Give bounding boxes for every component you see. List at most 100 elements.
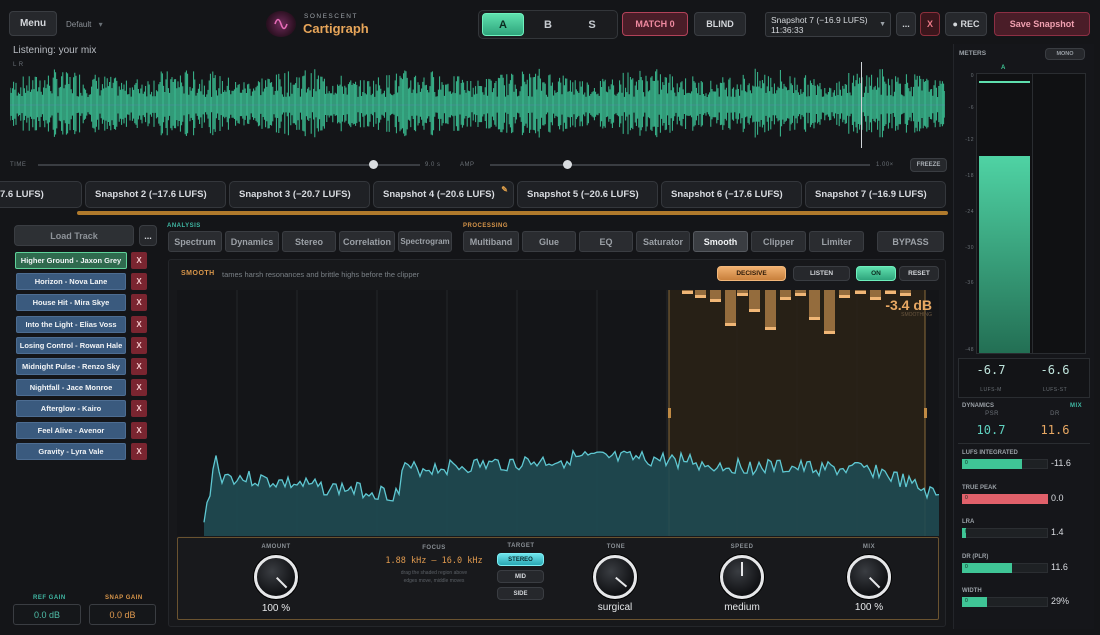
snapshot-tab-6[interactable]: Snapshot 6 (−17.6 LUFS)	[661, 181, 802, 208]
snapshot-scrollbar[interactable]	[77, 211, 948, 215]
listen-button[interactable]: LISTEN	[793, 266, 850, 281]
preset-selector[interactable]: Default ▾	[66, 20, 103, 29]
snap-gain-field[interactable]: 0.0 dB	[89, 604, 156, 625]
dynamics-label: DYNAMICS	[962, 403, 995, 409]
track-item[interactable]: Horizon - Nova Lane	[16, 273, 126, 291]
compare-b-button[interactable]: B	[530, 13, 566, 36]
reset-button[interactable]: RESET	[899, 266, 939, 281]
smooth-title: SMOOTH	[181, 270, 215, 277]
pencil-icon[interactable]: ✎	[501, 185, 508, 194]
menu-button[interactable]: Menu	[9, 11, 57, 36]
reduction-bar-cap	[780, 297, 791, 300]
target-label: TARGET	[507, 543, 535, 549]
remove-track-button[interactable]: X	[131, 273, 147, 291]
remove-track-button[interactable]: X	[131, 294, 147, 312]
focus-handle-right	[924, 408, 927, 418]
tab-saturator[interactable]: Saturator	[636, 231, 690, 252]
spectrum-display[interactable]	[177, 290, 939, 536]
amount-knob[interactable]	[254, 555, 298, 599]
waveform-display[interactable]	[10, 62, 945, 148]
meter-scale-tick: -24	[965, 209, 974, 215]
tab-stereo[interactable]: Stereo	[282, 231, 336, 252]
snapshot-select-value: Snapshot 7 (−16.9 LUFS) 11:36:33	[771, 15, 868, 35]
snapshot-tab-5[interactable]: Snapshot 5 (−20.6 LUFS)	[517, 181, 658, 208]
track-item[interactable]: Losing Control - Rowan Hale	[16, 336, 126, 354]
snapshot-tab-label: Snapshot 3 (−20.7 LUFS)	[239, 189, 351, 200]
remove-track-button[interactable]: X	[131, 442, 147, 460]
focus-handle-left	[668, 408, 671, 418]
track-item[interactable]: Gravity - Lyra Vale	[16, 442, 126, 460]
ref-gain-field[interactable]: 0.0 dB	[13, 604, 81, 625]
amp-slider[interactable]	[490, 164, 870, 166]
dynamics-mix-label: MIX	[1070, 403, 1083, 409]
tone-label: TONE	[606, 544, 626, 550]
remove-track-button[interactable]: X	[131, 421, 147, 439]
meter-row-fill	[962, 493, 1048, 504]
tab-spectrum[interactable]: Spectrum	[168, 231, 222, 252]
time-slider-handle[interactable]	[369, 160, 378, 169]
tab-glue[interactable]: Glue	[522, 231, 576, 252]
target-mid[interactable]: MID	[497, 570, 544, 583]
load-track-button[interactable]: Load Track	[14, 225, 134, 246]
decisive-button[interactable]: DECISIVE	[717, 266, 786, 281]
amp-slider-handle[interactable]	[563, 160, 572, 169]
match-button[interactable]: MATCH 0	[622, 12, 688, 36]
reduction-bar-cap	[795, 293, 806, 296]
remove-track-button[interactable]: X	[131, 400, 147, 418]
save-snapshot-button[interactable]: Save Snapshot	[994, 12, 1090, 36]
processing-label: PROCESSING	[463, 223, 509, 229]
meter-divider	[1032, 74, 1033, 353]
remove-track-button[interactable]: X	[131, 252, 147, 269]
compare-a-button[interactable]: A	[482, 13, 524, 36]
meter-row-min: 0	[965, 494, 968, 501]
snapshot-tab-7[interactable]: Snapshot 7 (−16.9 LUFS)	[805, 181, 946, 208]
snapshot-select[interactable]: Snapshot 7 (−16.9 LUFS) 11:36:33 ▼	[765, 12, 891, 37]
track-item[interactable]: Into the Light - Elias Voss	[16, 315, 126, 333]
tab-smooth[interactable]: Smooth	[693, 231, 748, 252]
remove-track-button[interactable]: X	[131, 358, 147, 375]
tab-multiband[interactable]: Multiband	[463, 231, 519, 252]
track-item[interactable]: Afterglow - Kairo	[16, 400, 126, 418]
library-more-button[interactable]: ...	[139, 225, 157, 246]
compare-s-button[interactable]: S	[574, 13, 610, 36]
dr-label: DR	[1050, 411, 1060, 417]
snapshot-tab-4[interactable]: Snapshot 4 (−20.6 LUFS) ✎	[373, 181, 514, 208]
blind-button[interactable]: BLIND	[694, 12, 746, 36]
remove-track-button[interactable]: X	[131, 336, 147, 354]
mix-knob[interactable]	[847, 555, 891, 599]
remove-track-button[interactable]: X	[131, 315, 147, 333]
meter-scale-tick: -36	[965, 280, 974, 286]
snapshot-tab-2[interactable]: Snapshot 2 (−17.6 LUFS)	[85, 181, 226, 208]
bypass-button[interactable]: BYPASS	[877, 231, 944, 252]
track-item[interactable]: Higher Ground - Jaxon Grey	[15, 252, 127, 269]
playhead[interactable]	[861, 62, 862, 148]
tab-correlation[interactable]: Correlation	[339, 231, 395, 252]
track-item[interactable]: House Hit - Mira Skye	[16, 294, 126, 312]
snapshot-tab-3[interactable]: Snapshot 3 (−20.7 LUFS)	[229, 181, 370, 208]
freeze-button[interactable]: FREEZE	[910, 158, 947, 172]
track-item[interactable]: Feel Alive - Avenor	[16, 421, 126, 439]
tab-limiter[interactable]: Limiter	[809, 231, 864, 252]
mono-button[interactable]: MONO	[1045, 48, 1085, 60]
record-button[interactable]: ● REC	[945, 12, 987, 36]
snapshot-tab-1[interactable]: 7.6 LUFS)	[0, 181, 82, 208]
track-item[interactable]: Midnight Pulse - Renzo Sky	[16, 358, 126, 375]
snapshot-tab-label: Snapshot 2 (−17.6 LUFS)	[95, 189, 207, 200]
on-toggle[interactable]: ON	[856, 266, 896, 281]
tab-clipper[interactable]: Clipper	[751, 231, 806, 252]
track-item[interactable]: Nightfall - Jace Monroe	[16, 379, 126, 397]
remove-track-button[interactable]: X	[131, 379, 147, 397]
reduction-bar	[749, 290, 760, 312]
snapshot-delete-button[interactable]: X	[920, 12, 940, 36]
reduction-bar-cap	[695, 295, 706, 298]
target-side[interactable]: SIDE	[497, 587, 544, 600]
time-slider[interactable]	[38, 164, 420, 166]
snapshot-more-button[interactable]: ...	[896, 12, 916, 36]
focus-value[interactable]: 1.88 kHz – 16.0 kHz	[384, 556, 484, 566]
target-stereo[interactable]: STEREO	[497, 553, 544, 566]
tone-knob[interactable]	[593, 555, 637, 599]
tab-dynamics[interactable]: Dynamics	[225, 231, 279, 252]
speed-knob[interactable]	[720, 555, 764, 599]
tab-spectrogram[interactable]: Spectrogram	[398, 231, 452, 252]
tab-eq[interactable]: EQ	[579, 231, 633, 252]
